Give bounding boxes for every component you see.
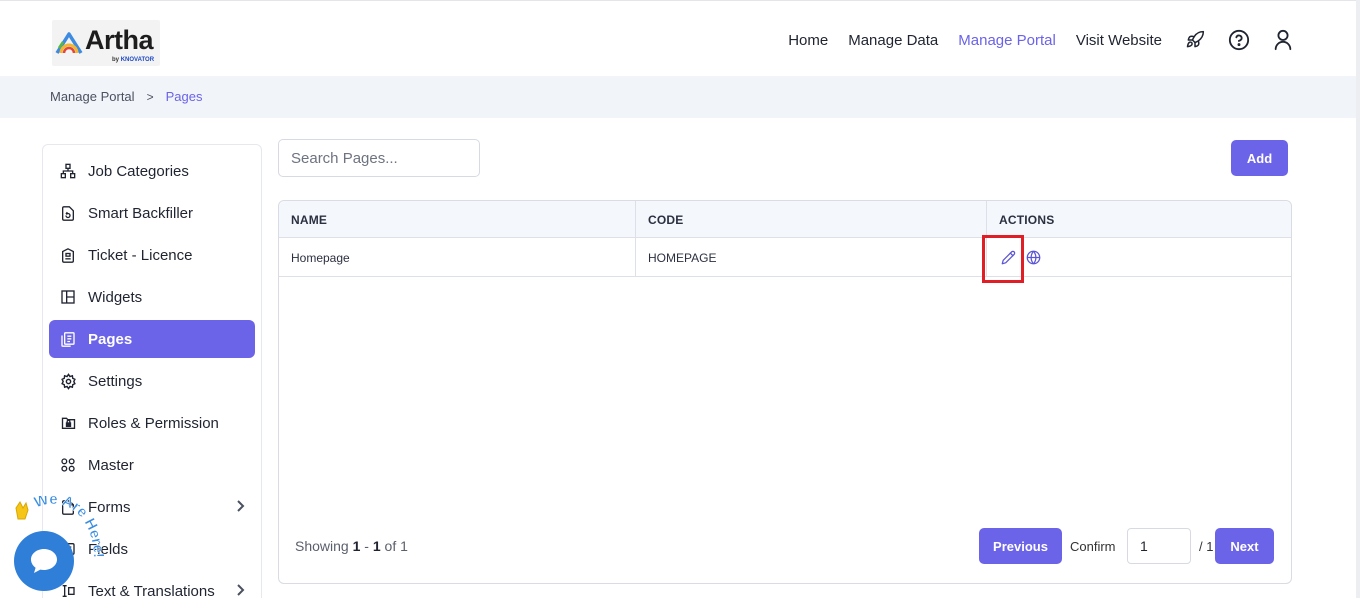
sidebar-item-roles-permission[interactable]: Roles & Permission <box>49 404 255 442</box>
chat-button[interactable] <box>14 531 74 591</box>
total-pages: / 1 <box>1199 539 1214 554</box>
chat-icon <box>31 549 57 573</box>
edit-icon[interactable] <box>1000 249 1016 265</box>
sidebar-item-job-categories[interactable]: Job Categories <box>49 152 255 190</box>
breadcrumb-pages: Pages <box>165 89 203 104</box>
form-icon <box>59 498 77 516</box>
lock-folder-icon <box>59 414 77 432</box>
next-button[interactable]: Next <box>1215 528 1274 564</box>
table-row: Homepage HOMEPAGE <box>279 238 1291 277</box>
chevron-right-icon[interactable] <box>235 583 245 598</box>
showing-to: 1 <box>372 538 381 554</box>
cell-code: HOMEPAGE <box>648 251 717 265</box>
nav-visit-website[interactable]: Visit Website <box>1076 32 1162 49</box>
sidebar-item-label: Smart Backfiller <box>88 204 194 222</box>
chevron-right-icon[interactable] <box>235 499 245 518</box>
sidebar-item-label: Ticket - Licence <box>88 246 193 264</box>
sidebar-item-master[interactable]: Master <box>49 446 255 484</box>
sidebar-item-label: Roles & Permission <box>88 414 219 432</box>
sidebar-item-ticket-licence[interactable]: Ticket - Licence <box>49 236 255 274</box>
table-header: NAME CODE ACTIONS <box>279 201 1291 238</box>
column-header-name[interactable]: NAME <box>291 213 327 227</box>
add-button[interactable]: Add <box>1231 140 1288 176</box>
logo[interactable]: Artha by KNOVATOR <box>52 20 160 66</box>
sidebar-item-label: Forms <box>88 498 131 516</box>
sidebar-item-label: Pages <box>88 330 133 348</box>
sidebar: Job Categories Smart Backfiller Ticket -… <box>42 144 262 598</box>
column-header-actions: ACTIONS <box>999 213 1055 227</box>
wave-hand-icon <box>15 501 29 520</box>
sidebar-item-label: Fields <box>88 540 129 558</box>
nav-manage-data[interactable]: Manage Data <box>848 32 938 49</box>
sidebar-item-label: Text & Translations <box>88 582 215 598</box>
sidebar-item-pages[interactable]: Pages <box>49 320 255 358</box>
sidebar-item-settings[interactable]: Settings <box>49 362 255 400</box>
nav-home[interactable]: Home <box>788 32 828 49</box>
breadcrumb-manage-portal[interactable]: Manage Portal <box>50 89 135 104</box>
breadcrumb: Manage Portal > Pages <box>50 89 202 104</box>
logo-byline: by KNOVATOR <box>112 57 154 63</box>
gear-icon <box>59 372 77 390</box>
sidebar-item-label: Master <box>88 456 134 474</box>
logo-text: Artha <box>85 24 154 55</box>
showing-total: of 1 <box>384 538 408 554</box>
top-nav: Home Manage Data Manage Portal Visit Web… <box>768 26 1294 54</box>
rocket-icon[interactable] <box>1184 29 1206 51</box>
cell-name: Homepage <box>291 251 350 265</box>
sidebar-item-fields[interactable]: Fields <box>49 530 255 568</box>
logo-by: by <box>112 57 120 63</box>
logo-brand: KNOVATOR <box>120 57 155 63</box>
showing-prefix: Showing <box>295 538 349 554</box>
globe-icon[interactable] <box>1025 249 1041 265</box>
scrollbar[interactable] <box>1356 0 1360 598</box>
user-icon[interactable] <box>1272 29 1294 51</box>
sidebar-item-forms[interactable]: Forms <box>49 488 255 526</box>
breadcrumb-bar: Manage Portal > Pages <box>0 76 1356 118</box>
sidebar-item-smart-backfiller[interactable]: Smart Backfiller <box>49 194 255 232</box>
sidebar-item-label: Widgets <box>88 288 143 306</box>
column-header-code[interactable]: CODE <box>648 213 683 227</box>
breadcrumb-separator: > <box>146 89 154 104</box>
layout-icon <box>59 288 77 306</box>
sidebar-item-text-translations[interactable]: Text & Translations <box>49 572 255 598</box>
showing-from: 1 <box>352 538 361 554</box>
page-number-input[interactable] <box>1127 528 1191 564</box>
pages-table: NAME CODE ACTIONS Homepage HOMEPAGE <box>278 200 1292 584</box>
showing-dash: - <box>364 538 369 554</box>
grid-icon <box>59 456 77 474</box>
logo-rainbow-icon <box>55 32 83 54</box>
pagination-summary: Showing 1 - 1 of 1 <box>295 538 408 554</box>
help-icon[interactable] <box>1228 29 1250 51</box>
pages-icon <box>59 330 77 348</box>
file-refresh-icon <box>59 204 77 222</box>
sidebar-item-widgets[interactable]: Widgets <box>49 278 255 316</box>
nav-manage-portal[interactable]: Manage Portal <box>958 32 1056 49</box>
sidebar-item-label: Job Categories <box>88 162 189 180</box>
header: Artha by KNOVATOR Home Manage Data Manag… <box>0 4 1356 76</box>
sitemap-icon <box>59 162 77 180</box>
sidebar-item-label: Settings <box>88 372 143 390</box>
previous-button[interactable]: Previous <box>979 528 1062 564</box>
confirm-label: Confirm <box>1070 539 1116 554</box>
search-input[interactable] <box>278 139 480 177</box>
ticket-icon <box>59 246 77 264</box>
